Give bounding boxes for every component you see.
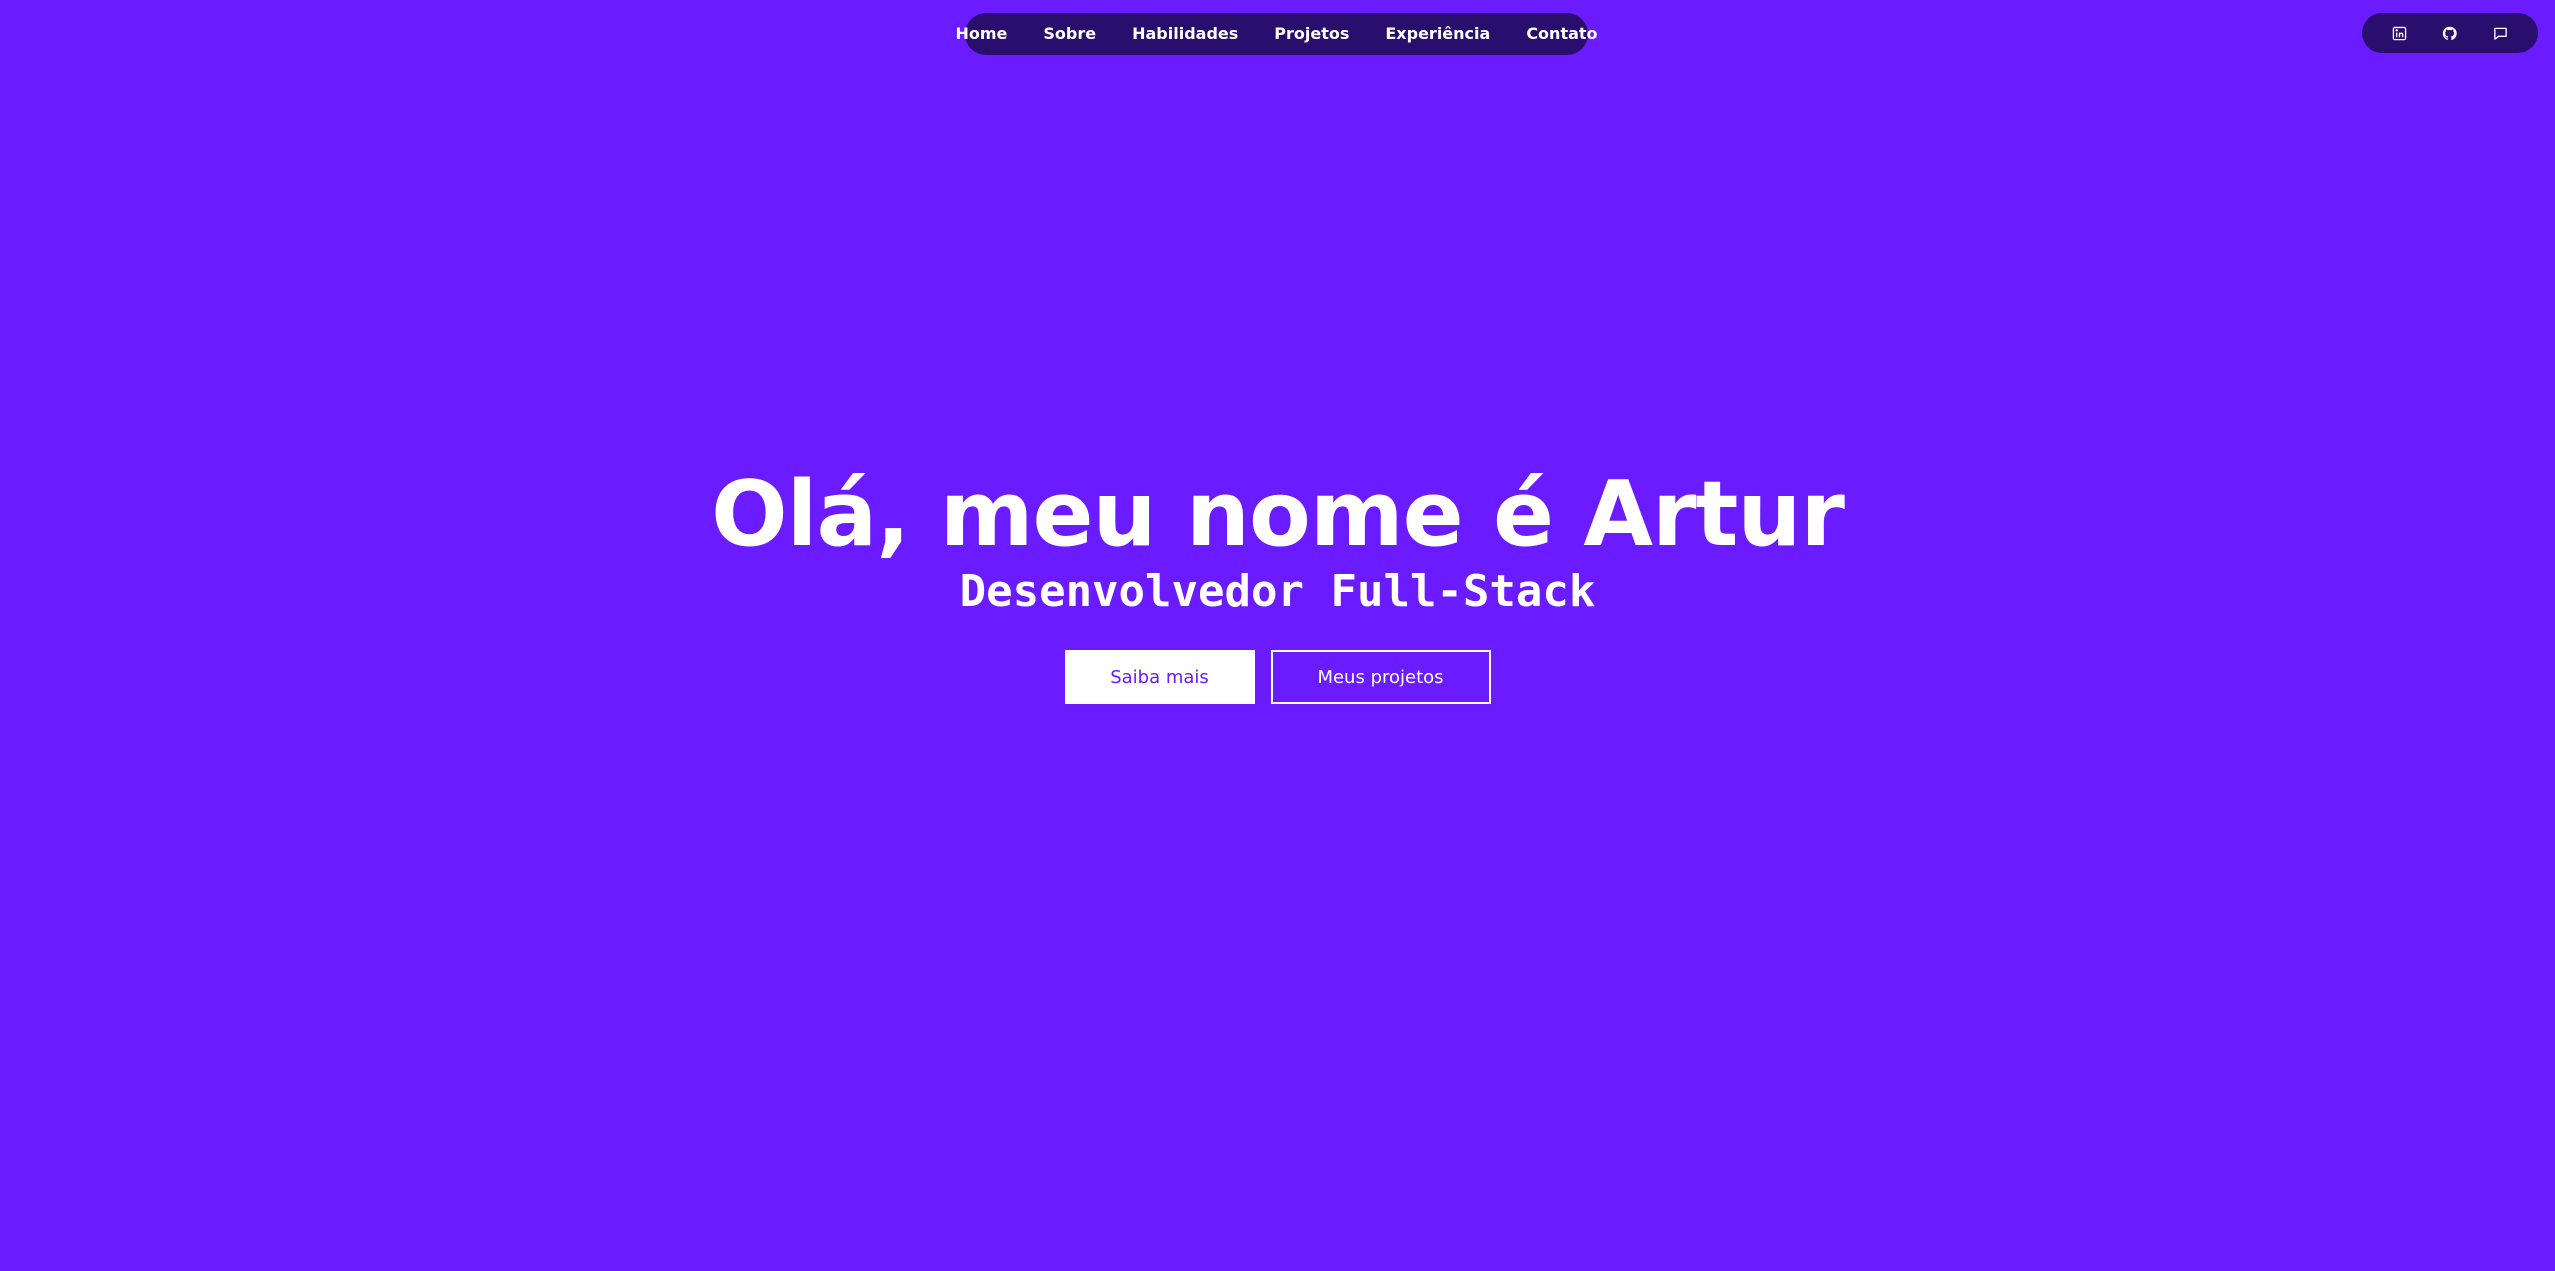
hero-actions: Saiba mais Meus projetos [0,650,2555,704]
nav-item-contato[interactable]: Contato [1508,13,1615,55]
nav-item-projetos[interactable]: Projetos [1256,13,1367,55]
nav-item-home[interactable]: Home [937,13,1025,55]
hero-title: Olá, meu nome é Artur [711,462,1845,567]
saiba-mais-button[interactable]: Saiba mais [1064,650,1255,704]
meus-projetos-button[interactable]: Meus projetos [1270,650,1491,704]
hero-subtitle: Desenvolvedor Full-Stack [959,566,1596,617]
linkedin-icon[interactable] [2385,19,2413,47]
message-icon[interactable] [2487,19,2515,47]
nav-item-sobre[interactable]: Sobre [1025,13,1114,55]
main-nav: Home Sobre Habilidades Projetos Experiên… [955,13,1598,55]
nav-item-experiencia[interactable]: Experiência [1367,13,1508,55]
hero-section: Olá, meu nome é Artur Desenvolvedor Full… [0,460,2555,704]
nav-item-habilidades[interactable]: Habilidades [1114,13,1256,55]
social-links [2362,13,2538,53]
page: Home Sobre Habilidades Projetos Experiên… [0,0,2555,1271]
github-icon[interactable] [2436,19,2464,47]
